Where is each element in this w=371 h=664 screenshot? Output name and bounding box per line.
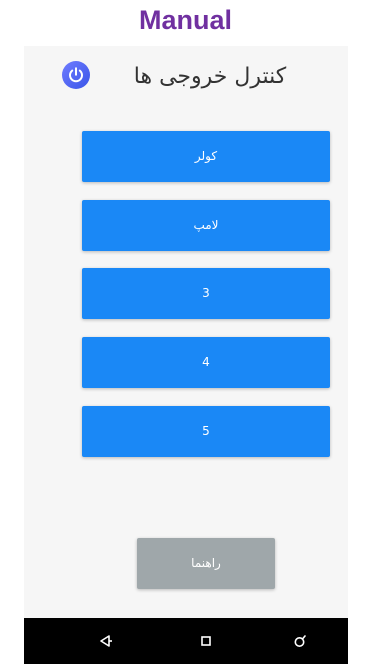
recents-button[interactable] (287, 629, 313, 653)
help-button[interactable]: راهنما (137, 538, 275, 589)
output-button-4[interactable]: 4 (82, 337, 330, 388)
output-button-lamp[interactable]: لامپ (82, 200, 330, 251)
recents-icon (294, 635, 306, 647)
android-nav-bar (24, 618, 348, 664)
output-button-5[interactable]: 5 (82, 406, 330, 457)
app-screen: کنترل خروجی ها کولر لامپ 3 4 5 راهنما (24, 46, 348, 618)
output-button-cooler[interactable]: کولر (82, 131, 330, 182)
back-triangle-icon (100, 635, 112, 647)
app-header: کنترل خروجی ها (24, 46, 348, 108)
output-button-3[interactable]: 3 (82, 268, 330, 319)
home-square-icon (201, 636, 211, 646)
back-button[interactable] (93, 629, 119, 653)
home-button[interactable] (193, 629, 219, 653)
page-title: کنترل خروجی ها (133, 64, 287, 89)
power-icon (69, 67, 83, 83)
caption: Manual (138, 5, 232, 35)
power-button[interactable] (62, 61, 90, 89)
